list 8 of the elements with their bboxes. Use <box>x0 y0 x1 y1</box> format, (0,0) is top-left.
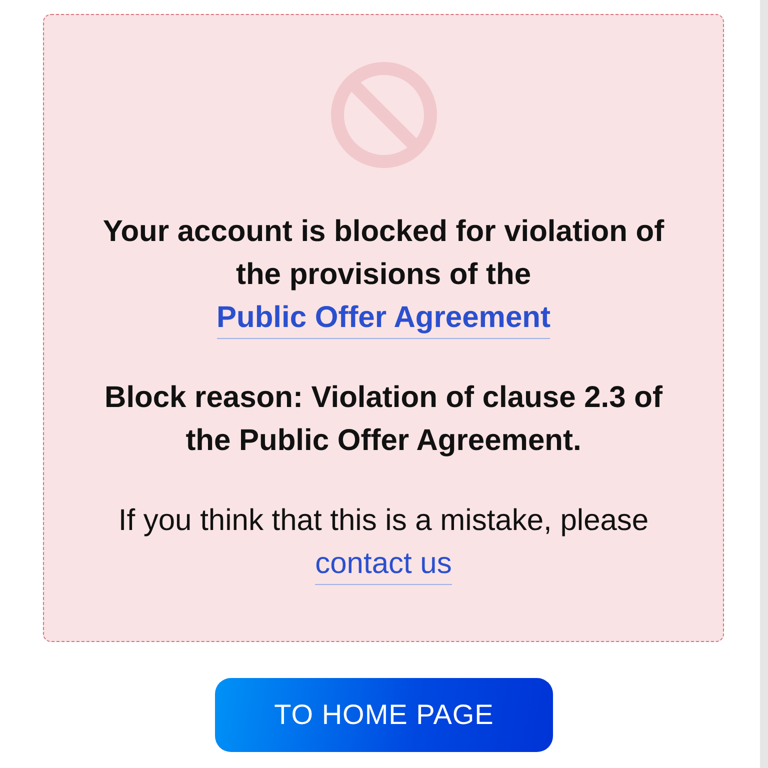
prohibited-icon <box>330 62 436 168</box>
notice-text: If you think that this is a mistake, please contact us <box>81 499 686 585</box>
text-link[interactable]: contact us <box>315 547 452 585</box>
notice-text: Your account is blocked for violation of the provisions of the Public Offer Agreement <box>81 210 686 339</box>
home-page-button[interactable]: TO HOME PAGE <box>215 678 553 752</box>
notice-text: Block reason: Violation of clause 2.3 of the Public Offer Agreement. <box>104 380 664 459</box>
scrollbar-track[interactable] <box>760 0 768 768</box>
text-link[interactable]: Public Offer Agreement <box>216 301 550 339</box>
